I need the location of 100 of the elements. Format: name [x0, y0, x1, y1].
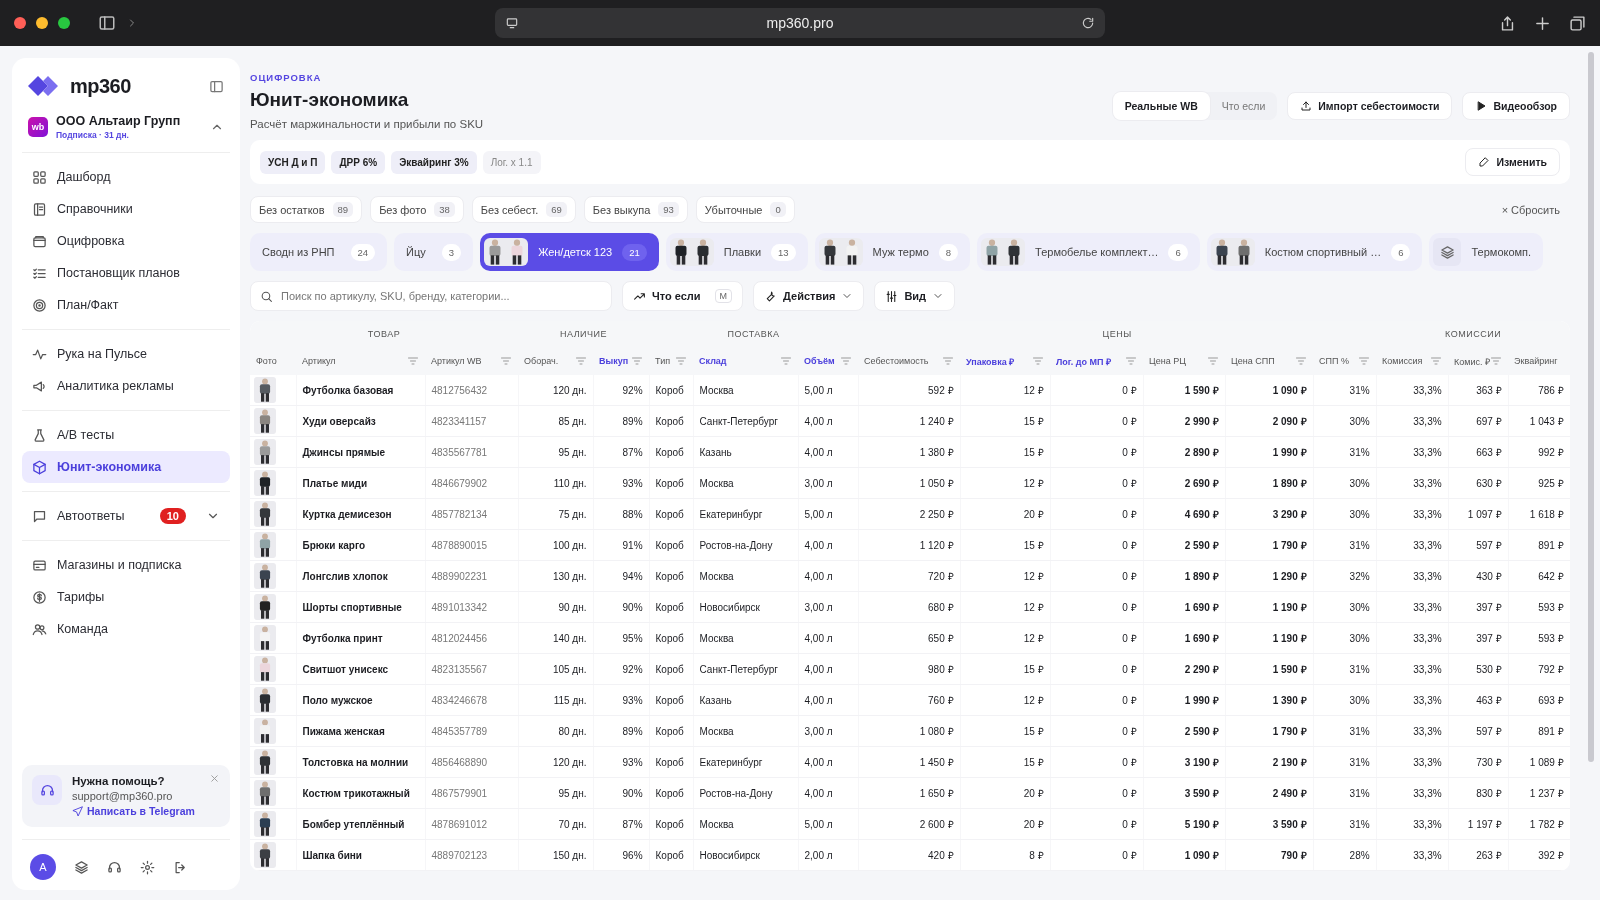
- filter-chip[interactable]: Без выкупа 93: [583, 196, 688, 223]
- nav-item[interactable]: A/B тесты: [22, 419, 230, 451]
- table-cell: 0 ₽: [1050, 653, 1144, 685]
- nav-item[interactable]: Дашборд: [22, 161, 230, 193]
- column-header[interactable]: Выкуп: [599, 356, 629, 366]
- scrollbar[interactable]: [1588, 52, 1594, 762]
- filter-icon[interactable]: [1125, 355, 1138, 367]
- nav-item[interactable]: Тарифы: [22, 581, 230, 613]
- telegram-link[interactable]: Написать в Telegram: [72, 805, 195, 817]
- filter-icon[interactable]: [1032, 355, 1045, 367]
- table-cell: 31%: [1313, 746, 1377, 778]
- edit-button[interactable]: Изменить: [1465, 148, 1560, 176]
- segment-tab[interactable]: Сводн из РНП 24: [250, 233, 388, 271]
- column-header[interactable]: Тип: [655, 356, 671, 366]
- segment-tab[interactable]: Жен/детск 123 21: [480, 233, 659, 271]
- column-header[interactable]: Оборач.: [524, 356, 559, 366]
- segment-tab[interactable]: Плавки 13: [665, 233, 808, 271]
- filter-icon[interactable]: [631, 355, 644, 367]
- segment-tab[interactable]: Йцу 3: [394, 233, 474, 271]
- table-cell: 397 ₽: [1448, 622, 1509, 654]
- what-if-button[interactable]: Что если M: [622, 281, 744, 311]
- reset-button[interactable]: × Сбросить: [1491, 199, 1570, 220]
- nav-item[interactable]: Постановщик планов: [22, 257, 230, 289]
- plus-icon: [1534, 14, 1551, 32]
- table-cell: Короб: [649, 715, 694, 747]
- filter-icon[interactable]: [575, 355, 587, 367]
- send-icon: [72, 805, 83, 817]
- table-cell: Короб: [649, 591, 694, 623]
- address-bar[interactable]: mp360.pro: [495, 8, 1105, 38]
- settings-icon[interactable]: [140, 859, 155, 875]
- nav-item[interactable]: Рука на Пульсе: [22, 338, 230, 370]
- table-cell: Казань: [693, 684, 799, 716]
- video-button[interactable]: Видеообзор: [1462, 92, 1570, 120]
- nav-item[interactable]: Команда: [22, 613, 230, 645]
- table-cell: 33,3%: [1376, 436, 1449, 468]
- filter-chip[interactable]: Без себест. 69: [471, 196, 576, 223]
- filter-icon[interactable]: [1358, 355, 1371, 367]
- import-button[interactable]: Импорт себестоимости: [1287, 92, 1453, 120]
- table-cell: Худи оверсайз: [296, 405, 425, 437]
- segment-tab[interactable]: Термокомп.: [1429, 233, 1544, 271]
- table-cell: 33,3%: [1376, 808, 1449, 840]
- column-header[interactable]: Цена РЦ: [1149, 356, 1186, 366]
- column-header[interactable]: Объём: [804, 356, 835, 366]
- view-button[interactable]: Вид: [874, 281, 956, 311]
- column-header[interactable]: Склад: [699, 356, 727, 366]
- nav-item[interactable]: Юнит-экономика: [22, 451, 230, 483]
- column-header[interactable]: Цена СПП: [1231, 356, 1275, 366]
- cube-icon: [32, 459, 47, 475]
- close-icon[interactable]: [209, 773, 220, 784]
- table-cell: 88%: [593, 498, 650, 530]
- column-header[interactable]: Артикул: [302, 356, 336, 366]
- table-cell: 12 ₽: [960, 375, 1051, 406]
- filter-icon[interactable]: [407, 355, 419, 367]
- filter-icon[interactable]: [1295, 355, 1308, 367]
- column-header[interactable]: СПП %: [1319, 356, 1349, 366]
- nav-item[interactable]: Аналитика рекламы: [22, 370, 230, 402]
- mode-tab[interactable]: Реальные WB: [1112, 92, 1210, 120]
- filter-icon[interactable]: [675, 355, 688, 367]
- filter-icon[interactable]: [1490, 355, 1503, 367]
- table-cell: 4835567781: [425, 436, 518, 468]
- table-cell: Москва: [693, 560, 799, 592]
- filter-icon[interactable]: [1207, 355, 1220, 367]
- table-cell: 30%: [1313, 591, 1377, 623]
- segment-tab[interactable]: Термобелье комплект… 6: [977, 233, 1200, 271]
- nav-item[interactable]: Автоответы 10: [22, 500, 230, 532]
- nav-item[interactable]: Справочники: [22, 193, 230, 225]
- table-cell: 33,3%: [1376, 684, 1449, 716]
- segment-tab[interactable]: Костюм спортивный … 6: [1206, 233, 1423, 271]
- filter-icon[interactable]: [780, 355, 793, 367]
- filter-chip[interactable]: Без остатков 89: [250, 196, 363, 223]
- window-control[interactable]: [58, 17, 70, 29]
- column-header[interactable]: Артикул WB: [431, 356, 482, 366]
- segment-tab[interactable]: Муж термо 8: [814, 233, 971, 271]
- window-control[interactable]: [14, 17, 26, 29]
- collapse-icon[interactable]: [209, 78, 224, 94]
- table-cell: 1 089 ₽: [1508, 746, 1570, 778]
- layers-icon[interactable]: [74, 859, 89, 875]
- headset-icon[interactable]: [107, 859, 122, 875]
- nav-item[interactable]: План/Факт: [22, 289, 230, 321]
- filter-icon[interactable]: [1430, 355, 1443, 367]
- breadcrumb[interactable]: ОЦИФРОВКА: [250, 72, 484, 83]
- actions-button[interactable]: Действия: [753, 281, 865, 311]
- table-cell: 30%: [1313, 498, 1377, 530]
- table-cell: 0 ₽: [1050, 375, 1144, 406]
- filter-chip[interactable]: Убыточные 0: [695, 196, 795, 223]
- avatar[interactable]: A: [30, 854, 56, 880]
- search-field[interactable]: Поиск по артикулу, SKU, бренду, категории...: [250, 281, 612, 311]
- filter-icon[interactable]: [500, 355, 512, 367]
- mode-tab[interactable]: Что если: [1209, 92, 1278, 120]
- logout-icon[interactable]: [173, 859, 188, 875]
- table-cell: 85 дн.: [518, 405, 593, 437]
- nav-item[interactable]: Оцифровка: [22, 225, 230, 257]
- column-header[interactable]: Фото: [256, 356, 277, 366]
- window-control[interactable]: [36, 17, 48, 29]
- filter-icon[interactable]: [942, 355, 955, 367]
- table-cell: 4846679902: [425, 467, 518, 499]
- filter-chip[interactable]: Без фото 38: [370, 196, 464, 223]
- filter-icon[interactable]: [840, 355, 853, 367]
- account-name: ООО Альтаир Групп: [56, 114, 181, 128]
- nav-item[interactable]: Магазины и подписка: [22, 549, 230, 581]
